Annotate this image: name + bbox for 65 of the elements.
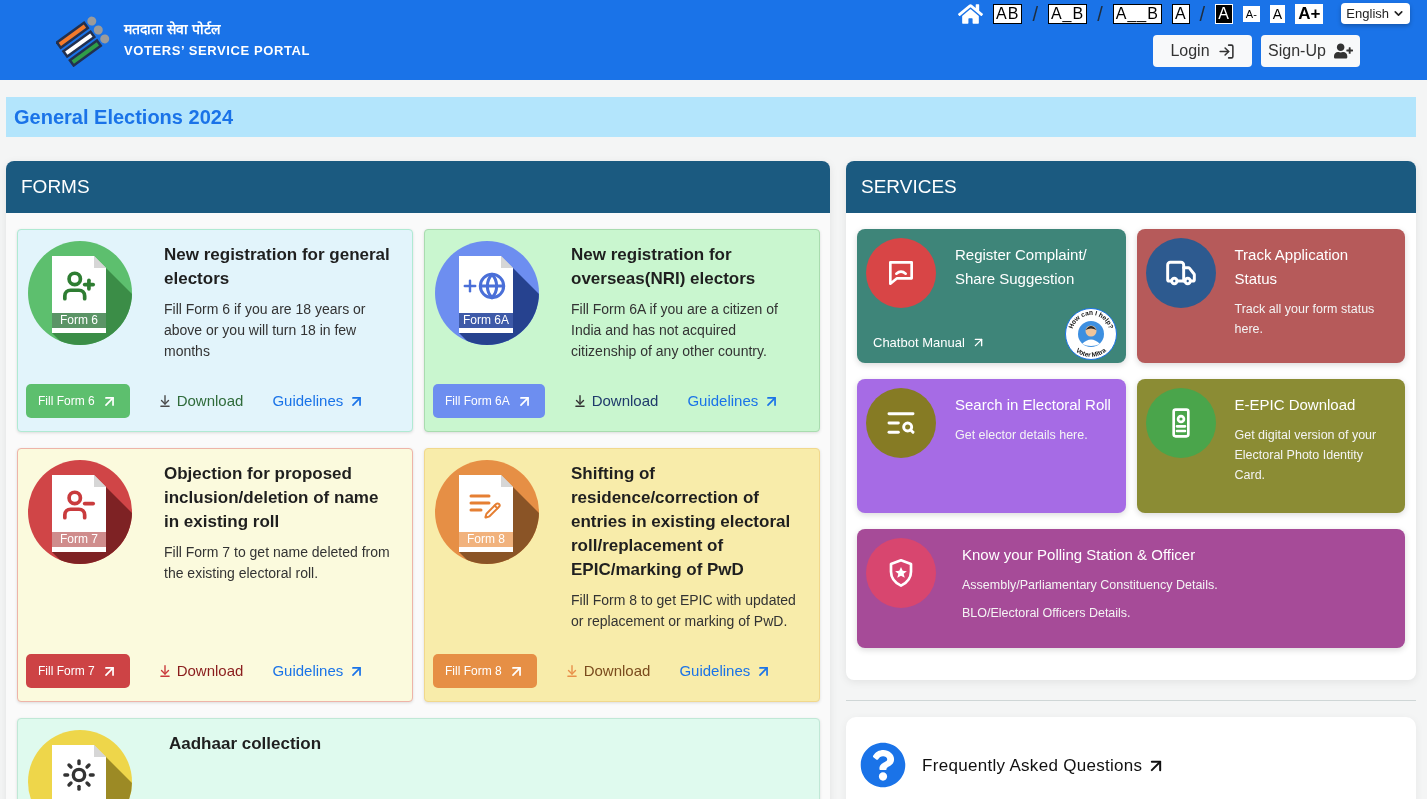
panel-title: FORMS: [21, 174, 90, 199]
service-title: Search in Electoral Roll: [955, 395, 1112, 415]
portal-title-hindi: मतदाता सेवा पोर्टल: [124, 19, 222, 39]
banner-title: General Elections 2024: [14, 105, 233, 130]
guidelines-link[interactable]: Guidelines: [687, 389, 781, 413]
font-decrease-button[interactable]: A-: [1242, 5, 1260, 22]
form-title: New registration for general electors: [164, 244, 391, 290]
guidelines-link[interactable]: Guidelines: [679, 659, 773, 683]
login-icon: [1217, 42, 1235, 60]
sign-up-button[interactable]: Sign-Up: [1261, 35, 1360, 67]
form-number-label: Form 6: [52, 313, 106, 328]
separator-text: /: [1199, 3, 1206, 24]
service-description: Get digital version of your Electoral Photo Identity Card.: [1234, 427, 1378, 484]
login-button[interactable]: Login: [1153, 35, 1252, 67]
form-description: Fill Form 6A if you are a citizen of India and has not acquired citizenship of any other country.: [571, 300, 779, 361]
user-plus-icon: [1333, 43, 1353, 59]
service-title: Know your Polling Station & Officer: [962, 545, 1197, 565]
service-description: Assembly/Parliamentary Constituency Details.: [962, 577, 1219, 594]
form-description: Fill Form 7 to get name deleted from the existing electoral roll.: [164, 543, 391, 583]
service-title: Track Application Status: [1234, 245, 1350, 289]
faq-link[interactable]: Frequently Asked Questions: [922, 753, 1167, 779]
home-icon[interactable]: [958, 1, 984, 26]
form-number-label: Form 7: [52, 532, 106, 547]
text-spacing-button[interactable]: A__B: [1112, 3, 1162, 24]
text-spacing-button[interactable]: AB: [993, 3, 1023, 24]
form-title: New registration for overseas(NRI) electors: [571, 244, 757, 290]
service-description: Get elector details here.: [955, 427, 1089, 444]
high-contrast-button[interactable]: A: [1215, 3, 1233, 24]
guidelines-link[interactable]: Guidelines: [272, 389, 366, 413]
form-description: Fill Form 8 to get EPIC with updated or replacement or marking of PwD.: [571, 591, 797, 631]
portal-title: VOTERS’ SERVICE PORTAL: [124, 41, 311, 60]
help-icon: [860, 742, 906, 788]
form-description: Fill Form 6 if you are 18 years or above or you will turn 18 in few months: [164, 300, 367, 361]
download-link[interactable]: Download: [572, 389, 659, 413]
chatbot-manual-link[interactable]: Chatbot Manual: [873, 332, 986, 352]
fill-form-button[interactable]: Fill Form 7: [26, 654, 130, 688]
service-description: Track all your form status here.: [1234, 301, 1376, 338]
download-icon: [157, 394, 172, 408]
separator-text: /: [1097, 3, 1103, 24]
download-icon: [564, 664, 579, 678]
service-title: Register Complaint/ Share Suggestion: [955, 245, 1088, 289]
service-card[interactable]: E-EPIC Download Get digital version of your Electoral Photo Identity Card.: [1136, 379, 1405, 513]
font-reset-button[interactable]: A: [1269, 4, 1286, 23]
form-title: Shifting of residence/correction of entries in existing electoral roll/replacement of EPIC/marking of PwD: [571, 463, 792, 581]
separator-text: /: [1032, 3, 1038, 24]
guidelines-link[interactable]: Guidelines: [272, 659, 366, 683]
form-title: Objection for proposed inclusion/deletion of name in existing roll: [164, 463, 380, 533]
download-link[interactable]: Download: [564, 659, 651, 683]
download-link[interactable]: Download: [157, 659, 244, 683]
font-increase-button[interactable]: A+: [1295, 3, 1324, 24]
form-title: Aadhaar collection: [169, 733, 323, 755]
form-number-label: Form 8: [459, 532, 513, 547]
service-title: E-EPIC Download: [1234, 395, 1357, 415]
language-select[interactable]: English: [1341, 3, 1410, 24]
form-number-label: Form 6A: [459, 313, 513, 328]
normal-contrast-button[interactable]: A: [1171, 3, 1190, 24]
service-description: BLO/Electoral Officers Details.: [962, 605, 1132, 622]
download-link[interactable]: Download: [157, 389, 244, 413]
text-spacing-button[interactable]: A_B: [1047, 3, 1088, 24]
service-card[interactable]: Track Application Status Track all your form status here.: [1136, 229, 1405, 363]
download-icon: [572, 394, 587, 408]
download-icon: [157, 664, 172, 678]
service-card[interactable]: Know your Polling Station & Officer Assembly/Parliamentary Constituency Details. BLO/Electoral Officers Details.: [857, 529, 1405, 648]
service-card[interactable]: Search in Electoral Roll Get elector details here.: [857, 379, 1126, 513]
panel-title: SERVICES: [861, 174, 957, 199]
